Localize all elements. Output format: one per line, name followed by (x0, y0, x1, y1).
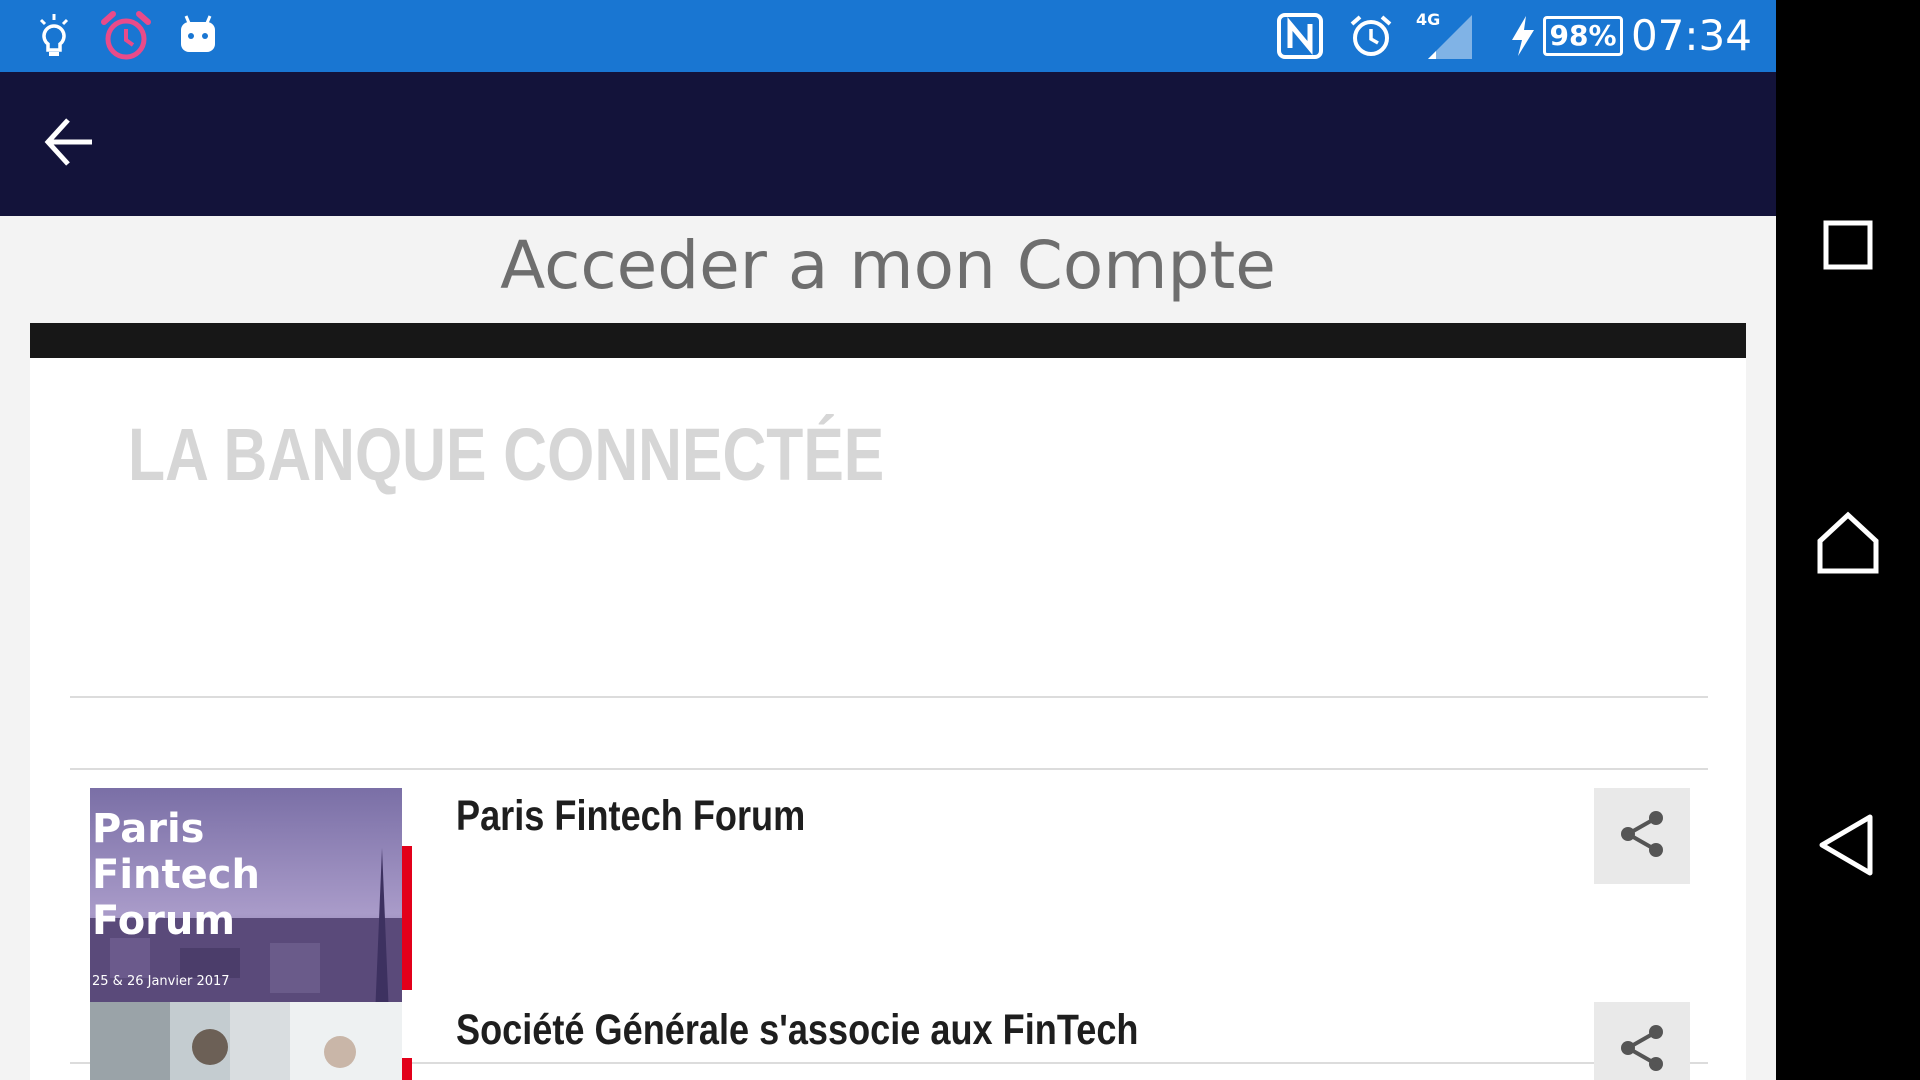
news-panel: LA BANQUE CONNECTÉE Paris Fintech Forum … (30, 358, 1746, 1080)
page-title: Acceder a mon Compte (500, 227, 1276, 304)
section-title: LA BANQUE CONNECTÉE (128, 413, 885, 496)
share-icon (1618, 1022, 1666, 1079)
clock: 07:34 (1630, 11, 1752, 60)
article-thumbnail[interactable]: Paris Fintech Forum 25 & 26 Janvier 2017 (90, 788, 402, 1016)
red-accent-mark (402, 1058, 412, 1080)
alarm-icon (1348, 12, 1394, 60)
recents-button[interactable] (1808, 205, 1888, 285)
recents-square-icon (1808, 220, 1888, 289)
charging-icon (1508, 12, 1538, 60)
back-button[interactable] (40, 112, 124, 176)
nfc-icon (1276, 12, 1324, 60)
alarm-clock-pink-icon (100, 11, 152, 60)
article-title[interactable]: Paris Fintech Forum (456, 792, 805, 841)
bulb-icon (36, 12, 72, 60)
arrow-left-icon (40, 118, 100, 176)
signal-4g-icon: 4G (1414, 11, 1474, 60)
share-icon (1618, 808, 1666, 865)
header-divider-bar (30, 323, 1746, 358)
svg-text:4G: 4G (1416, 11, 1440, 29)
share-button[interactable] (1594, 788, 1690, 884)
system-navigation-bar (1776, 0, 1920, 1080)
main-content: Acceder a mon Compte LA BANQUE CONNECTÉE (0, 216, 1776, 1080)
battery-icon: 98% (1543, 16, 1623, 56)
app-bar (0, 72, 1776, 216)
back-triangle-icon (1808, 814, 1888, 889)
thumbnail-caption: Paris Fintech Forum (92, 806, 260, 944)
home-icon (1808, 511, 1888, 589)
section-divider (70, 696, 1708, 698)
share-button[interactable] (1594, 1002, 1690, 1080)
home-button[interactable] (1808, 505, 1888, 585)
red-accent-mark (402, 846, 412, 990)
article-title[interactable]: Société Générale s'associe aux FinTech (456, 1006, 1138, 1055)
status-bar: 4G 98% 07:34 (0, 0, 1776, 72)
article-thumbnail[interactable] (90, 1002, 402, 1080)
article-item[interactable]: Société Générale s'associe aux FinTech (70, 986, 1708, 1080)
back-nav-button[interactable] (1808, 805, 1888, 885)
android-bot-icon (178, 12, 218, 60)
